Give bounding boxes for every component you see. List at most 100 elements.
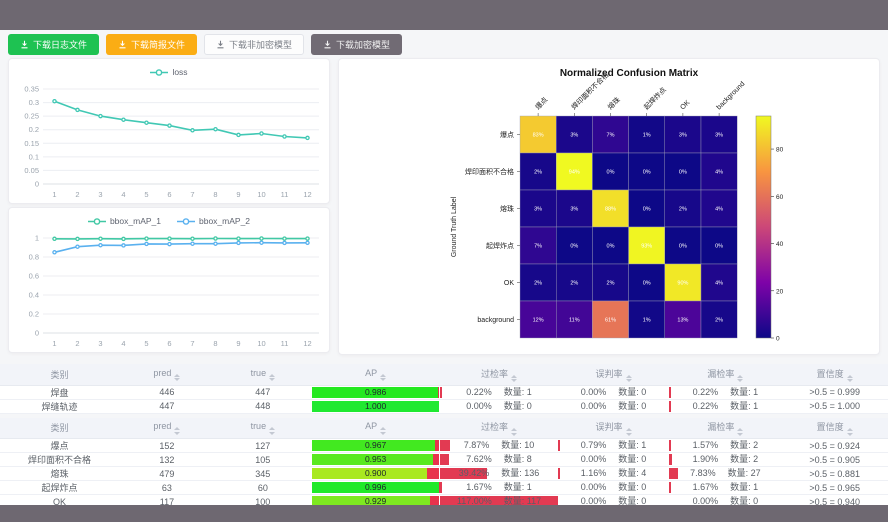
svg-text:2%: 2% <box>715 318 723 324</box>
svg-text:0.05: 0.05 <box>24 166 39 175</box>
column-header-5[interactable]: 误判率 <box>558 364 670 385</box>
overdetect-cell: 0.00%数量: 0 <box>440 399 557 413</box>
svg-text:0%: 0% <box>715 244 723 250</box>
svg-text:Normalized Confusion Matrix: Normalized Confusion Matrix <box>560 68 699 79</box>
sort-icon[interactable] <box>847 375 853 383</box>
svg-text:93%: 93% <box>641 244 652 250</box>
svg-text:5: 5 <box>144 339 148 348</box>
category-cell: 焊印面积不合格 <box>0 453 119 467</box>
svg-text:OK: OK <box>679 99 691 111</box>
misjudge-cell: 0.00%数量: 0 <box>558 399 670 413</box>
column-header-7[interactable]: 置信度 <box>781 364 888 385</box>
confusion-matrix-figure: Normalized Confusion Matrix83%3%7%1%3%3%… <box>339 59 881 354</box>
svg-text:7%: 7% <box>534 244 542 250</box>
sort-icon[interactable] <box>737 428 743 436</box>
sort-icon[interactable] <box>626 428 632 436</box>
svg-text:2%: 2% <box>679 207 687 213</box>
svg-text:1: 1 <box>35 234 39 243</box>
column-header-1[interactable]: pred <box>119 418 215 439</box>
confidence-cell: >0.5 = 0.881 <box>781 467 888 481</box>
line-chart-svg: 00.050.10.150.20.250.30.3512345678910111… <box>9 81 329 201</box>
svg-text:61%: 61% <box>605 318 616 324</box>
metrics-tables-section: 类别predtrueAP过检率误判率漏检率置信度焊盘4464470.9860.2… <box>0 364 888 513</box>
svg-text:4%: 4% <box>715 281 723 287</box>
overdetect-cell: 0.22%数量: 1 <box>440 385 557 399</box>
svg-text:OK: OK <box>504 280 514 287</box>
svg-text:0%: 0% <box>607 170 615 176</box>
ap-cell: 0.900 <box>311 467 441 481</box>
download-report-button[interactable]: 下载简报文件 <box>106 34 197 55</box>
download-unencrypted-model-button[interactable]: 下载非加密模型 <box>204 34 304 55</box>
column-header-1[interactable]: pred <box>119 364 215 385</box>
column-header-2[interactable]: true <box>215 418 311 439</box>
svg-text:9: 9 <box>236 339 240 348</box>
download-icon <box>323 40 332 49</box>
column-header-4[interactable]: 过检率 <box>440 364 557 385</box>
download-toolbar: 下载日志文件 下载简报文件 下载非加密模型 下载加密模型 <box>8 34 402 55</box>
column-header-6[interactable]: 漏检率 <box>669 364 781 385</box>
download-encrypted-model-label: 下载加密模型 <box>336 38 390 51</box>
column-header-3[interactable]: AP <box>311 418 441 439</box>
legend-item-bbox_mAP_2[interactable]: bbox_mAP_2 <box>177 216 250 226</box>
svg-text:0.35: 0.35 <box>24 85 39 94</box>
category-cell: 熔珠 <box>0 467 119 481</box>
dashboard-screen: 下载日志文件 下载简报文件 下载非加密模型 下载加密模型 loss 0 0.05 0… <box>0 0 888 522</box>
sort-icon[interactable] <box>511 428 517 436</box>
missdetect-cell: 1.57%数量: 2 <box>669 439 781 453</box>
loss-chart-legend[interactable]: loss <box>9 59 329 81</box>
svg-text:4%: 4% <box>715 170 723 176</box>
missdetect-cell: 0.22%数量: 1 <box>669 385 781 399</box>
bbox-map-chart-legend[interactable]: bbox_mAP_1 bbox_mAP_2 <box>9 208 329 230</box>
svg-text:0%: 0% <box>607 244 615 250</box>
svg-text:40: 40 <box>776 241 784 248</box>
svg-text:0.4: 0.4 <box>29 291 39 300</box>
sort-icon[interactable] <box>380 427 386 435</box>
svg-text:爆点: 爆点 <box>533 95 549 111</box>
true-cell: 448 <box>215 399 311 413</box>
loss-chart-card: loss 00.050.10.150.20.250.30.35123456789… <box>8 58 330 204</box>
sort-icon[interactable] <box>737 375 743 383</box>
line-chart-svg: 00.20.40.60.81123456789101112 <box>9 230 329 350</box>
sort-icon[interactable] <box>380 374 386 382</box>
download-report-label: 下载简报文件 <box>131 38 185 51</box>
download-encrypted-model-button[interactable]: 下载加密模型 <box>311 34 402 55</box>
legend-label: bbox_mAP_1 <box>110 216 161 226</box>
sort-icon[interactable] <box>174 427 180 435</box>
true-cell: 345 <box>215 467 311 481</box>
svg-text:12: 12 <box>303 190 311 199</box>
legend-item-bbox_mAP_1[interactable]: bbox_mAP_1 <box>88 216 161 226</box>
download-log-button[interactable]: 下载日志文件 <box>8 34 99 55</box>
download-unencrypted-model-label: 下载非加密模型 <box>229 38 292 51</box>
column-header-5[interactable]: 误判率 <box>558 418 670 439</box>
svg-text:90%: 90% <box>677 281 688 287</box>
table-row: 焊印面积不合格1321050.9537.62%数量: 80.00%数量: 01.… <box>0 453 888 467</box>
svg-text:1%: 1% <box>643 318 651 324</box>
svg-text:10: 10 <box>257 339 265 348</box>
svg-text:background: background <box>716 81 747 112</box>
svg-text:Ground Truth Label: Ground Truth Label <box>451 196 458 257</box>
missdetect-cell: 0.22%数量: 1 <box>669 399 781 413</box>
svg-text:10: 10 <box>257 190 265 199</box>
sort-icon[interactable] <box>269 427 275 435</box>
column-header-4[interactable]: 过检率 <box>440 418 557 439</box>
column-header-3[interactable]: AP <box>311 364 441 385</box>
sort-icon[interactable] <box>511 375 517 383</box>
svg-text:0.3: 0.3 <box>29 98 39 107</box>
legend-item-loss[interactable]: loss <box>150 67 187 77</box>
sort-icon[interactable] <box>847 428 853 436</box>
column-header-7[interactable]: 置信度 <box>781 418 888 439</box>
svg-text:4%: 4% <box>715 207 723 213</box>
sort-icon[interactable] <box>174 374 180 382</box>
column-header-6[interactable]: 漏检率 <box>669 418 781 439</box>
svg-text:爆点: 爆点 <box>500 130 514 139</box>
overdetect-cell: 7.87%数量: 10 <box>440 439 557 453</box>
svg-text:9: 9 <box>236 190 240 199</box>
svg-text:background: background <box>477 317 514 324</box>
sort-icon[interactable] <box>269 374 275 382</box>
ap-cell: 0.953 <box>311 453 441 467</box>
column-header-2[interactable]: true <box>215 364 311 385</box>
sort-icon[interactable] <box>626 375 632 383</box>
svg-text:0: 0 <box>35 180 39 189</box>
pred-cell: 152 <box>119 439 215 453</box>
svg-text:1: 1 <box>52 190 56 199</box>
